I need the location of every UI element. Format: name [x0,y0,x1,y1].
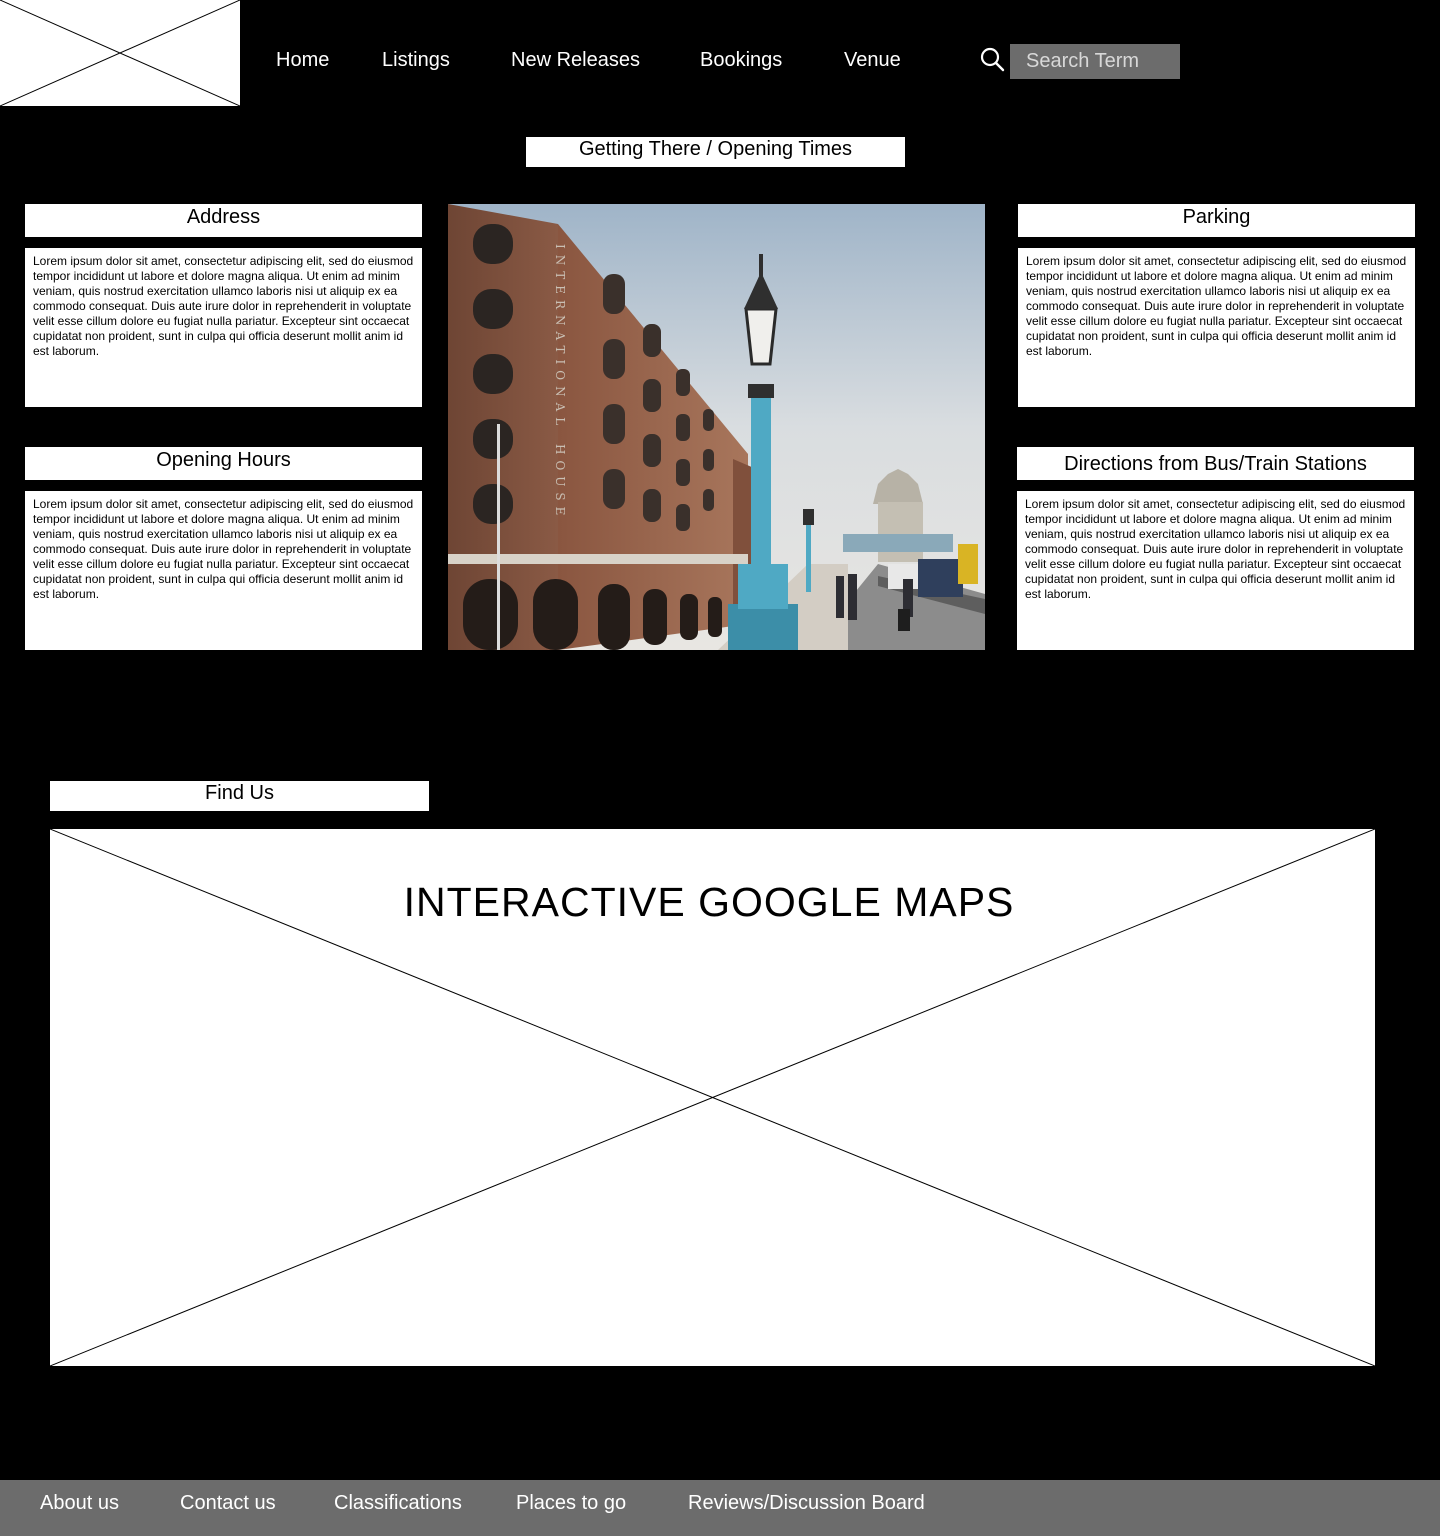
search-input[interactable] [1010,44,1180,79]
placeholder-image-icon [0,0,240,106]
nav-new-releases[interactable]: New Releases [511,46,640,74]
footer-reviews[interactable]: Reviews/Discussion Board [688,1490,925,1516]
find-us-heading: Find Us [50,781,429,811]
opening-hours-heading: Opening Hours [25,447,422,480]
svg-text:INTERNATIONAL: INTERNATIONAL [553,244,567,431]
logo-placeholder[interactable] [0,0,240,106]
directions-heading: Directions from Bus/Train Stations [1017,447,1414,480]
venue-photo: INTERNATIONAL HOUSE [448,204,985,650]
address-text: Lorem ipsum dolor sit amet, consectetur … [25,248,422,407]
nav-bookings[interactable]: Bookings [700,46,782,74]
address-heading: Address [25,204,422,237]
map-label: INTERACTIVE GOOGLE MAPS [403,879,1015,925]
svg-text:HOUSE: HOUSE [553,444,567,521]
nav-listings[interactable]: Listings [382,46,450,74]
page-title: Getting There / Opening Times [526,137,905,167]
opening-hours-text: Lorem ipsum dolor sit amet, consectetur … [25,491,422,650]
footer-classifications[interactable]: Classifications [334,1490,462,1516]
directions-text: Lorem ipsum dolor sit amet, consectetur … [1017,491,1414,650]
footer-contact[interactable]: Contact us [180,1490,276,1516]
parking-heading: Parking [1018,204,1415,237]
parking-text: Lorem ipsum dolor sit amet, consectetur … [1018,248,1415,407]
nav-venue[interactable]: Venue [844,46,901,74]
search-icon[interactable] [978,46,1006,74]
nav-home[interactable]: Home [276,46,329,74]
footer-about[interactable]: About us [40,1490,119,1516]
google-map-placeholder[interactable]: INTERACTIVE GOOGLE MAPS [50,829,1375,1366]
footer-places[interactable]: Places to go [516,1490,626,1516]
